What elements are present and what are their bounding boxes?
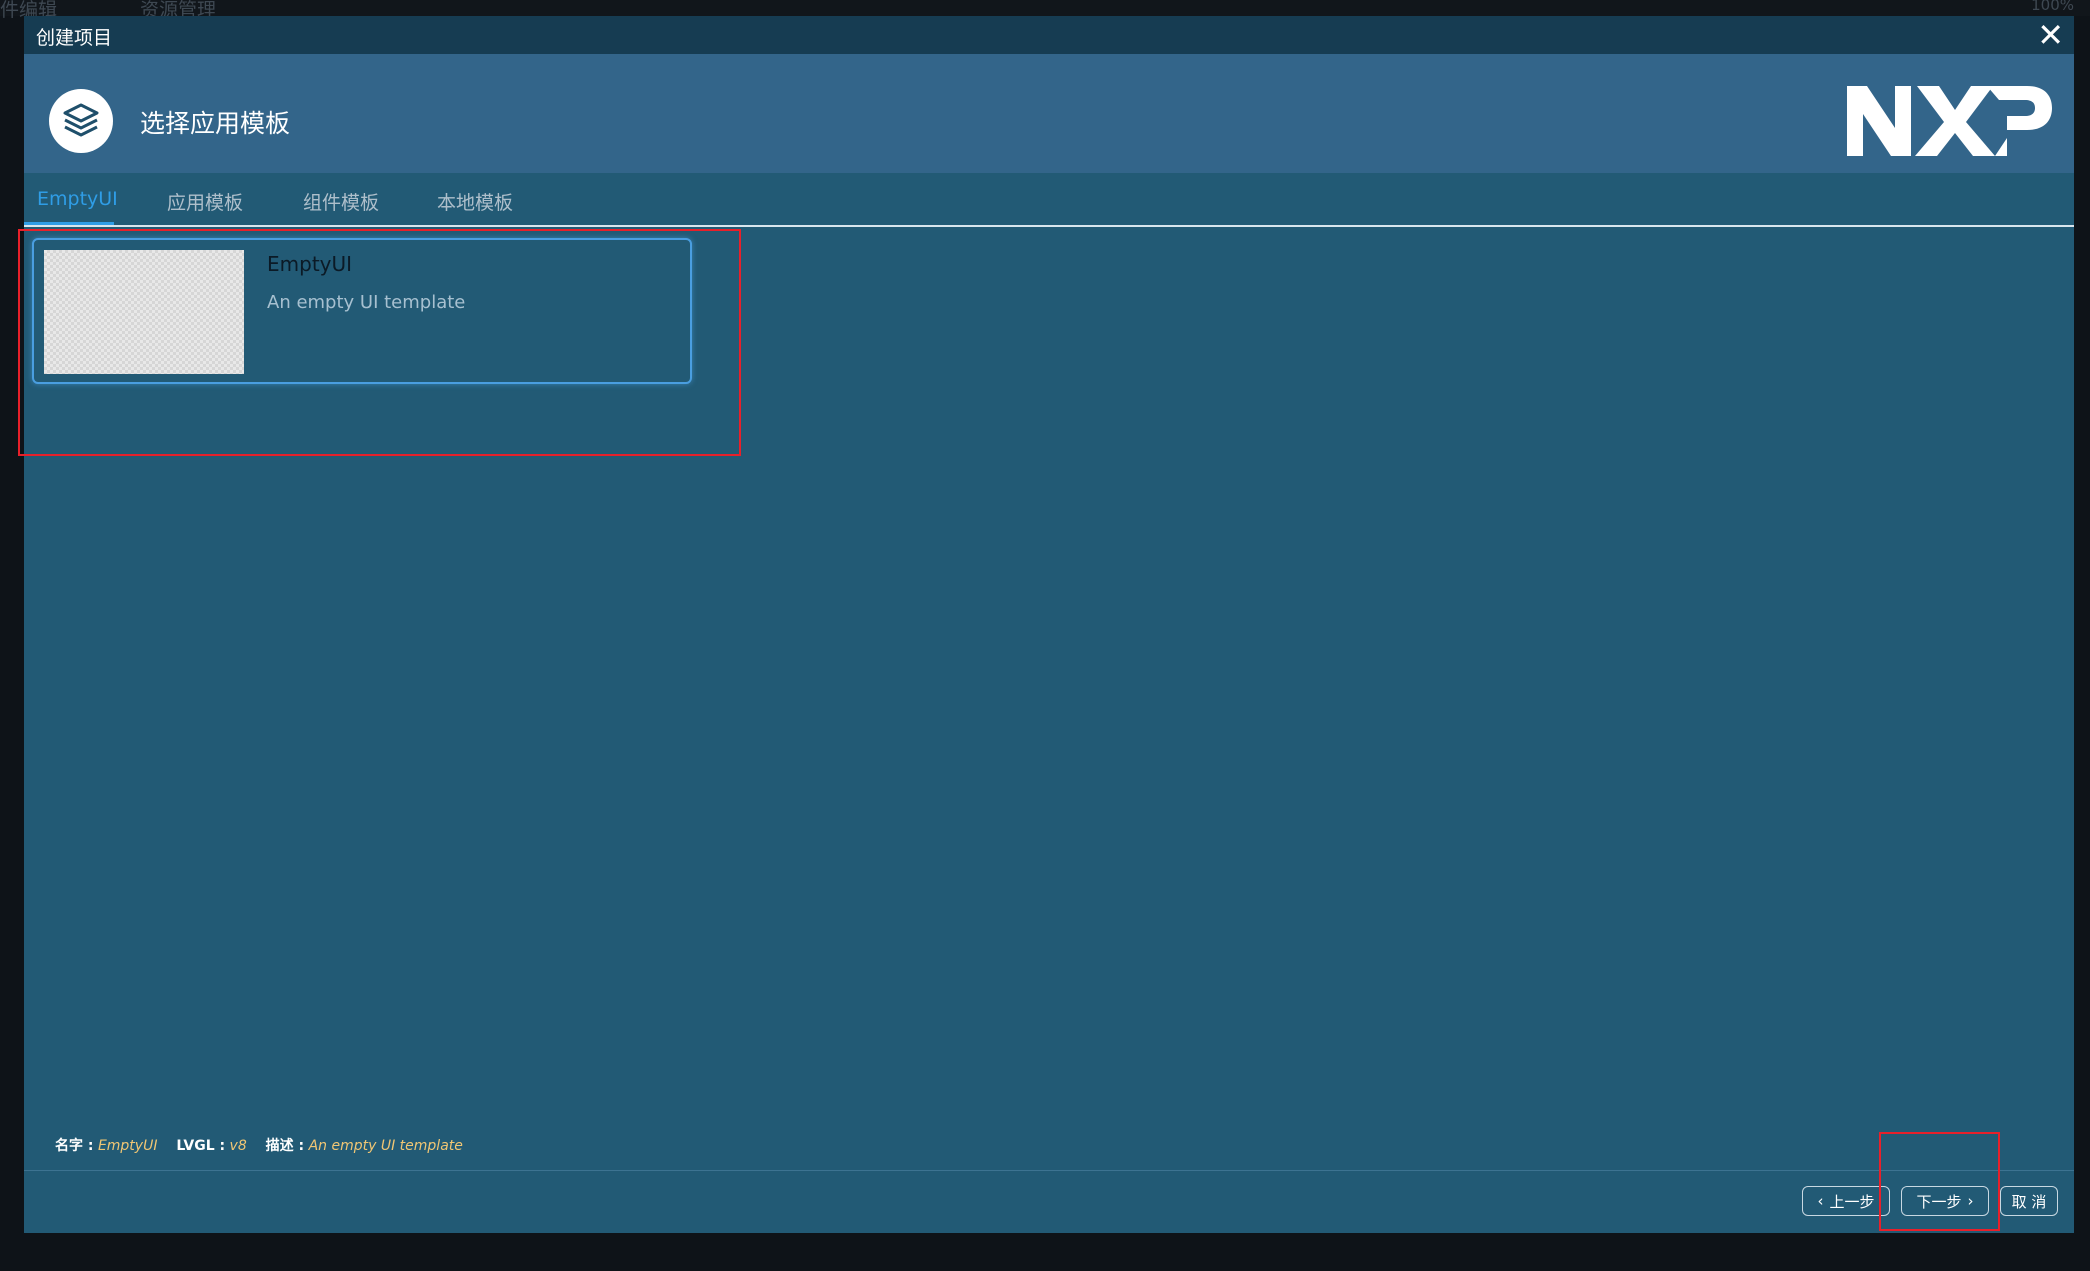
page-heading: 选择应用模板 bbox=[140, 109, 291, 138]
info-lvgl-value: v8 bbox=[229, 1138, 247, 1154]
info-name-value: EmptyUI bbox=[97, 1138, 158, 1154]
template-info-bar: 名字 : EmptyUI LVGL : v8 描述 : An empty UI … bbox=[55, 1135, 463, 1155]
cancel-button-label: 取 消 bbox=[2011, 1192, 2047, 1211]
active-tab-indicator bbox=[24, 222, 114, 225]
background-toolbar bbox=[0, 0, 2090, 16]
chevron-right-icon: › bbox=[1967, 1192, 1974, 1210]
template-card-emptyui[interactable]: EmptyUI An empty UI template bbox=[32, 238, 692, 384]
info-desc-key: 描述 : bbox=[265, 1138, 305, 1154]
prev-button-label: 上一步 bbox=[1829, 1192, 1875, 1211]
dialog-titlebar: 创建项目 ✕ bbox=[24, 16, 2074, 54]
next-button-label: 下一步 bbox=[1916, 1192, 1962, 1211]
dialog-title: 创建项目 bbox=[36, 27, 113, 49]
info-lvgl-key: LVGL : bbox=[176, 1138, 226, 1154]
create-project-dialog: 创建项目 ✕ 选择应用模板 EmptyUI 应用模板 组件模板 本地模板 Emp… bbox=[24, 16, 2074, 1233]
prev-button[interactable]: ‹ 上一步 bbox=[1802, 1186, 1890, 1216]
cancel-button[interactable]: 取 消 bbox=[2000, 1186, 2058, 1216]
next-button[interactable]: 下一步 › bbox=[1901, 1186, 1989, 1216]
info-desc-value: An empty UI template bbox=[308, 1138, 463, 1154]
footer-divider bbox=[24, 1170, 2074, 1171]
template-name: EmptyUI bbox=[267, 252, 353, 276]
info-name-key: 名字 : bbox=[55, 1138, 94, 1154]
tab-local-templates[interactable]: 本地模板 bbox=[437, 188, 513, 215]
background-toolbar-icons: 100% bbox=[2031, 0, 2074, 14]
tab-emptyui[interactable]: EmptyUI bbox=[37, 188, 118, 210]
layers-icon bbox=[49, 89, 113, 153]
dialog-header: 选择应用模板 bbox=[24, 54, 2074, 173]
zoom-level: 100% bbox=[2031, 0, 2074, 14]
template-description: An empty UI template bbox=[267, 292, 466, 313]
chevron-left-icon: ‹ bbox=[1817, 1192, 1824, 1210]
template-tabs: EmptyUI 应用模板 组件模板 本地模板 bbox=[24, 173, 2074, 227]
tab-widget-templates[interactable]: 组件模板 bbox=[303, 188, 379, 215]
tab-app-templates[interactable]: 应用模板 bbox=[167, 188, 243, 215]
nxp-logo bbox=[1847, 86, 2052, 160]
template-thumbnail bbox=[44, 250, 244, 374]
close-icon[interactable]: ✕ bbox=[2037, 17, 2064, 53]
